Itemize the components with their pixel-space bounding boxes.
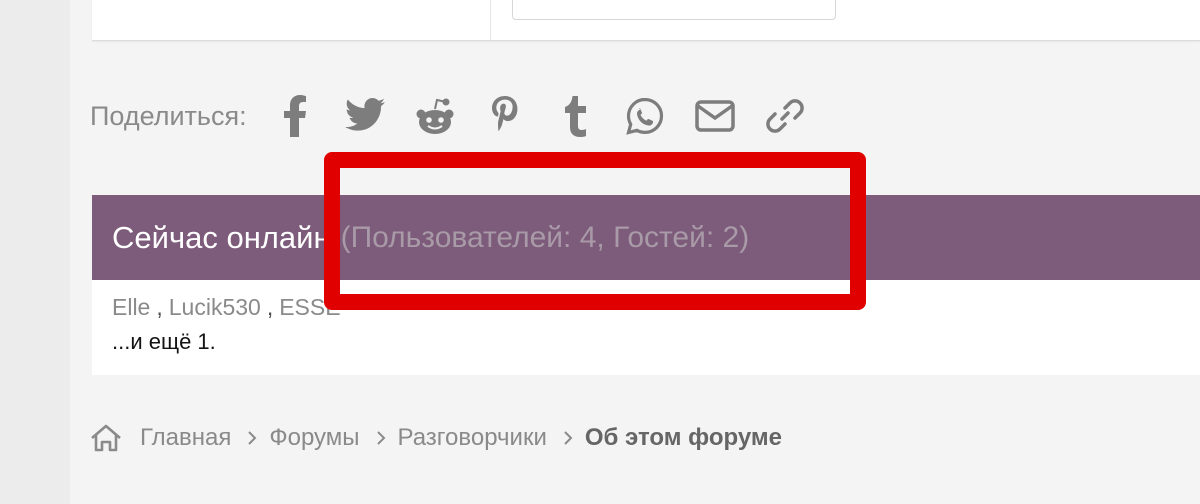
- top-card-divider: [490, 0, 491, 40]
- link-icon[interactable]: [763, 94, 807, 138]
- online-more: ...и ещё 1.: [112, 329, 216, 354]
- chevron-right-icon: [247, 430, 257, 446]
- email-icon[interactable]: [693, 94, 737, 138]
- reddit-icon[interactable]: [413, 94, 457, 138]
- top-card: [92, 0, 1200, 41]
- breadcrumb-forums[interactable]: Форумы: [269, 424, 359, 452]
- user-link-lucik530[interactable]: Lucik530: [169, 294, 261, 320]
- online-title[interactable]: Сейчас онлайн: [112, 220, 331, 256]
- top-card-input[interactable]: [512, 0, 836, 20]
- facebook-icon[interactable]: [273, 94, 317, 138]
- breadcrumb-home[interactable]: Главная: [140, 424, 231, 452]
- breadcrumb: Главная Форумы Разговорчики Об этом фору…: [88, 420, 782, 456]
- chevron-right-icon: [563, 430, 573, 446]
- share-row: Поделиться:: [90, 92, 833, 140]
- whatsapp-icon[interactable]: [623, 94, 667, 138]
- twitter-icon[interactable]: [343, 94, 387, 138]
- left-gutter: [0, 0, 70, 504]
- pinterest-icon[interactable]: [483, 94, 527, 138]
- home-icon[interactable]: [88, 420, 124, 456]
- breadcrumb-talks[interactable]: Разговорчики: [398, 424, 547, 452]
- chevron-right-icon: [376, 430, 386, 446]
- highlight-box: [324, 152, 866, 310]
- breadcrumb-current[interactable]: Об этом форуме: [585, 424, 782, 452]
- tumblr-icon[interactable]: [553, 94, 597, 138]
- user-link-elle[interactable]: Elle: [112, 294, 150, 320]
- share-label: Поделиться:: [90, 100, 247, 131]
- user-separator: ,: [156, 294, 163, 320]
- user-separator: ,: [266, 294, 274, 320]
